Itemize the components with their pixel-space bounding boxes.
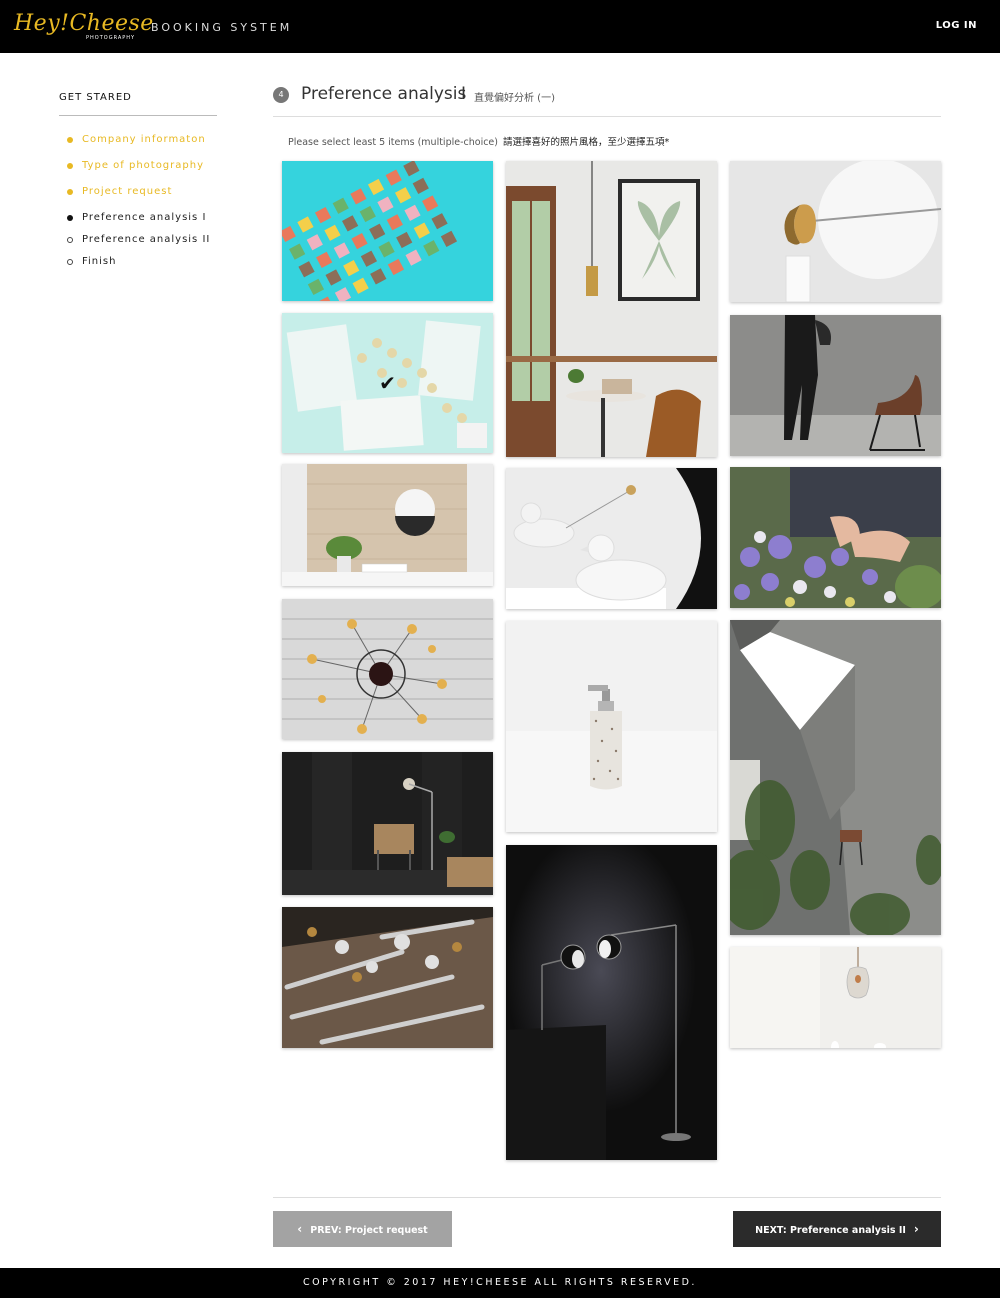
chevron-right-icon: › — [913, 1222, 919, 1236]
photo-colorful-blocks[interactable] — [282, 161, 493, 301]
bottom-divider — [273, 1197, 941, 1198]
photo-dark-room-armchair[interactable] — [282, 752, 493, 895]
step-preference-analysis-1[interactable]: Preference analysis I — [67, 212, 217, 234]
prev-button-label: PREV: Project request — [310, 1225, 428, 1236]
brand-title: BOOKING SYSTEM — [151, 21, 293, 34]
step-list: Company informaton Type of photography P… — [59, 134, 217, 278]
step-todo-circle-icon — [67, 237, 73, 243]
logo-subtext: PHOTOGRAPHY — [86, 35, 136, 41]
photo-white-duck-figure[interactable] — [506, 468, 717, 609]
photo-man-walking-chair[interactable] — [730, 315, 941, 456]
page-title-zh: 直覺偏好分析 (一) — [474, 93, 555, 104]
photo-interior-butterfly-print[interactable] — [506, 161, 717, 457]
step-label: Preference analysis I — [82, 212, 207, 223]
step-type-of-photography[interactable]: Type of photography — [67, 160, 217, 186]
title-separator: I — [461, 84, 467, 104]
instructions-zh: 請選擇喜好的照片風格，至少選擇五項* — [503, 137, 670, 148]
top-bar: Hey!Cheese PHOTOGRAPHY BOOKING SYSTEM LO… — [0, 0, 1000, 53]
instructions-en: Please select least 5 items (multiple-ch… — [288, 137, 498, 148]
step-label: Preference analysis II — [82, 234, 211, 245]
step-done-dot-icon — [67, 137, 73, 143]
photo-pendant-lamp[interactable] — [730, 947, 941, 1048]
selected-check-icon: ✔ — [379, 371, 396, 395]
login-link[interactable]: LOG IN — [936, 20, 977, 31]
photo-soap-dispenser[interactable] — [506, 621, 717, 832]
step-number-badge: 4 — [273, 87, 289, 103]
step-label: Company informaton — [82, 134, 206, 145]
photo-floor-lamp-dark[interactable] — [506, 845, 717, 1160]
step-current-dot-icon — [67, 215, 73, 221]
prev-button[interactable]: ‹ PREV: Project request — [273, 1211, 452, 1247]
step-finish[interactable]: Finish — [67, 256, 217, 278]
photo-hardware-parts[interactable] — [282, 907, 493, 1048]
step-label: Finish — [82, 256, 117, 267]
sidebar-title: GET STARED — [59, 92, 217, 116]
photo-brass-lamp[interactable] — [730, 161, 941, 302]
photo-ceiling-chandelier[interactable] — [282, 599, 493, 739]
step-sidebar: GET STARED Company informaton Type of ph… — [59, 92, 217, 278]
next-button[interactable]: NEXT: Preference analysis II › — [733, 1211, 941, 1247]
logo-text: Hey!Cheese — [14, 11, 154, 36]
title-divider — [273, 116, 941, 117]
footer: COPYRIGHT © 2017 HEY!CHEESE ALL RIGHTS R… — [0, 1268, 1000, 1298]
step-label: Project request — [82, 186, 173, 197]
step-project-request[interactable]: Project request — [67, 186, 217, 212]
brand-logo[interactable]: Hey!Cheese PHOTOGRAPHY — [14, 9, 153, 43]
photo-florist-hands[interactable] — [730, 467, 941, 608]
step-company-information[interactable]: Company informaton — [67, 134, 217, 160]
step-label: Type of photography — [82, 160, 204, 171]
photo-wood-wall-sconce[interactable] — [282, 464, 493, 586]
chevron-left-icon: ‹ — [297, 1222, 303, 1236]
step-done-dot-icon — [67, 189, 73, 195]
step-preference-analysis-2[interactable]: Preference analysis II — [67, 234, 217, 256]
photo-concrete-light-well[interactable] — [730, 620, 941, 935]
step-done-dot-icon — [67, 163, 73, 169]
step-todo-circle-icon — [67, 259, 73, 265]
page-title: Preference analysis — [301, 84, 467, 104]
copyright-text: COPYRIGHT © 2017 HEY!CHEESE ALL RIGHTS R… — [303, 1277, 697, 1288]
next-button-label: NEXT: Preference analysis II — [755, 1225, 906, 1236]
photo-stationery-flatlay[interactable]: ✔ — [282, 313, 493, 453]
instructions: Please select least 5 items (multiple-ch… — [288, 134, 669, 148]
